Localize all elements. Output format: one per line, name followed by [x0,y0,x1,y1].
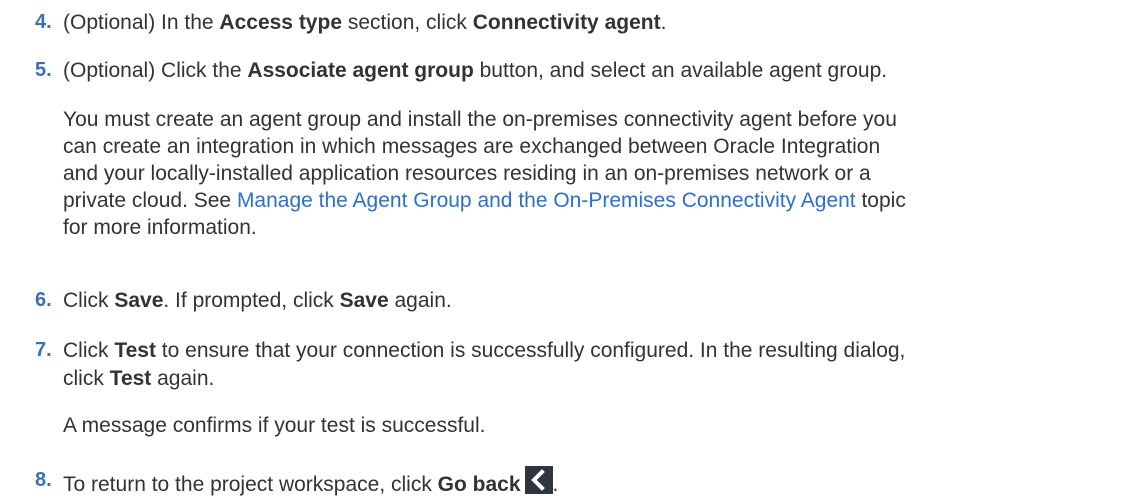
step-text: Click Test to ensure that your connectio… [63,339,906,362]
step-number: 5. [35,59,52,81]
save-label: Save [114,289,164,312]
step-number: 7. [35,339,52,361]
step-text: (Optional) Click the Associate agent gro… [63,59,888,82]
save-label: Save [339,289,389,312]
agent-group-paragraph: You must create an agent group and insta… [63,108,906,239]
test-label: Test [114,339,156,362]
step-text: (Optional) In the Access type section, c… [63,11,667,34]
step-number: 6. [35,289,52,311]
test-result-paragraph: A message confirms if your test is succe… [63,414,486,437]
step-text: To return to the project workspace, clic… [63,466,1138,499]
step-text: click Test again. [63,367,215,390]
step-text: Click Save. If prompted, click Save agai… [63,289,452,312]
step-number: 4. [35,11,52,33]
go-back-label: Go back [437,473,521,496]
access-type-label: Access type [219,11,342,34]
test-label: Test [109,367,152,390]
step-number: 8. [35,469,52,491]
associate-agent-group-label: Associate agent group [247,59,474,82]
chevron-left-icon [524,466,553,494]
connectivity-agent-label: Connectivity agent [472,11,661,34]
manage-agent-group-link[interactable]: Manage the Agent Group and the On-Premis… [237,189,856,212]
